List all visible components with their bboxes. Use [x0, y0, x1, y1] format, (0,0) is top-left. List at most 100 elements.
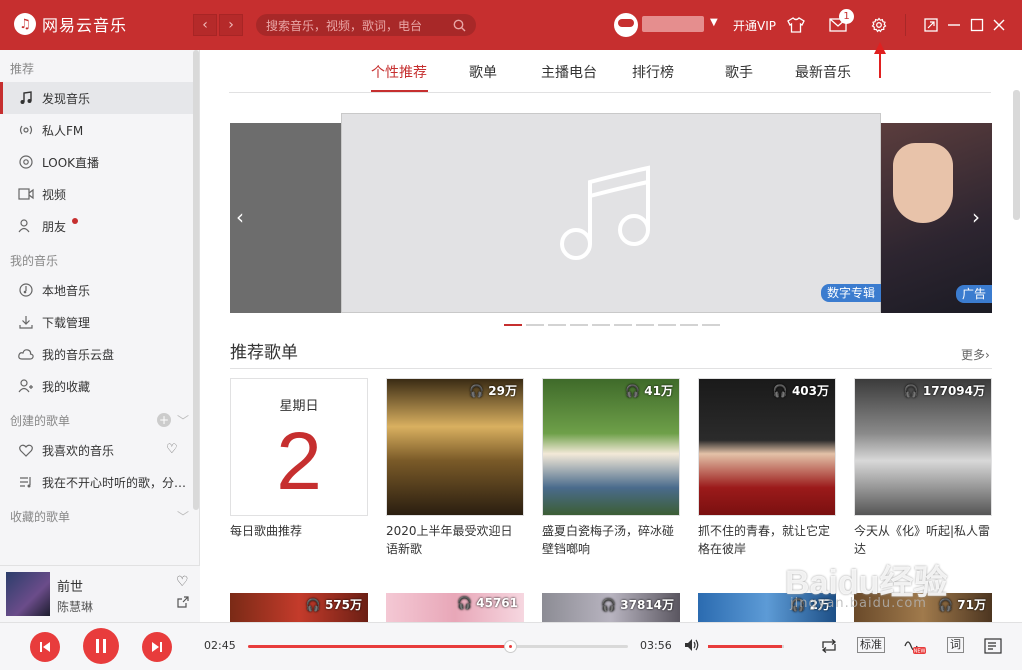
playlist-card[interactable]: 🎧 575万 — [230, 593, 368, 622]
minimize-icon[interactable] — [943, 14, 965, 36]
sidebar-item-friends[interactable]: 朋友 — [0, 210, 199, 242]
add-playlist-icon[interactable]: + — [156, 413, 171, 427]
sidebar-item-local-music[interactable]: 本地音乐 — [0, 274, 199, 306]
now-playing-panel[interactable]: 前世 陈慧琳 ♡ — [0, 565, 200, 622]
music-note-icon — [18, 90, 34, 106]
close-icon[interactable] — [988, 14, 1010, 36]
playlist-name[interactable]: 今天从《化》听起|私人雷达 — [854, 522, 992, 558]
banner-dot[interactable] — [504, 324, 522, 326]
back-button[interactable]: ‹ — [193, 14, 217, 36]
banner-dot[interactable] — [526, 324, 544, 326]
vip-button[interactable]: 开通VIP — [733, 17, 776, 34]
playlist-cover[interactable]: 🎧 177094万 — [854, 378, 992, 516]
playlist-card[interactable]: 🎧 177094万 今天从《化》听起|私人雷达 — [854, 378, 992, 558]
daily-recommend-card[interactable]: 星期日 2 每日歌曲推荐 — [230, 378, 368, 540]
sidebar-section-collected-playlists: 收藏的歌单 ﹀ — [10, 508, 189, 525]
quality-button[interactable]: 标准 — [857, 637, 885, 653]
playlist-cover[interactable]: 🎧 29万 — [386, 378, 524, 516]
tab-charts[interactable]: 排行榜 — [632, 62, 674, 82]
more-link[interactable]: 更多› — [961, 346, 990, 363]
banner-current-slide[interactable]: 数字专辑 — [341, 113, 881, 313]
playlist-name[interactable]: 2020上半年最受欢迎日语新歌 — [386, 522, 524, 558]
play-count: 🎧 403万 — [772, 384, 829, 398]
sidebar-item-discover-music[interactable]: 发现音乐 — [0, 82, 199, 114]
playlist-card[interactable]: 🎧 403万 抓不住的青春，就让它定格在彼岸 — [698, 378, 836, 558]
sidebar-item-look-live[interactable]: LOOK直播 — [0, 146, 199, 178]
search-input[interactable]: 搜索音乐，视频，歌词，电台 — [256, 14, 476, 36]
chevron-down-icon[interactable]: ﹀ — [177, 508, 189, 525]
mini-mode-icon[interactable] — [920, 14, 942, 36]
sidebar-item-label: 视频 — [42, 187, 67, 202]
share-icon[interactable] — [177, 596, 189, 611]
banner-dot[interactable] — [636, 324, 654, 326]
tab-personal-recommend[interactable]: 个性推荐 — [371, 62, 427, 82]
playlist-name[interactable]: 盛夏白瓷梅子汤，碎冰碰壁铛啷响 — [542, 522, 680, 558]
lyrics-button[interactable]: 词 — [947, 637, 964, 653]
play-count: 🎧 575万 — [305, 598, 362, 612]
volume-fill — [708, 645, 783, 648]
tab-playlists[interactable]: 歌单 — [469, 62, 497, 82]
sidebar-item-playlist[interactable]: 我在不开心时听的歌，分… — [0, 466, 199, 498]
banner-dot[interactable] — [614, 324, 632, 326]
playlist-card[interactable]: 🎧 37814万 — [542, 593, 680, 622]
album-cover[interactable] — [6, 572, 50, 616]
sidebar-item-label: 本地音乐 — [42, 283, 91, 298]
playlist-queue-icon[interactable] — [984, 638, 1002, 657]
sidebar-item-download-manager[interactable]: 下载管理 — [0, 306, 199, 338]
avatar[interactable] — [614, 13, 638, 37]
playlist-card[interactable]: 🎧 41万 盛夏白瓷梅子汤，碎冰碰壁铛啷响 — [542, 378, 680, 558]
like-heart-icon[interactable]: ♡ — [176, 574, 189, 590]
playlist-card[interactable]: 🎧 29万 2020上半年最受欢迎日语新歌 — [386, 378, 524, 558]
username-redacted[interactable] — [642, 16, 704, 32]
banner-prev-slide[interactable] — [230, 123, 342, 313]
sound-effect-icon[interactable]: NEW — [903, 637, 927, 655]
chevron-down-icon[interactable]: ﹀ — [177, 412, 189, 429]
previous-track-button[interactable] — [30, 632, 60, 662]
song-artist[interactable]: 陈慧琳 — [57, 598, 93, 615]
sidebar-item-label: 我的收藏 — [42, 379, 91, 394]
volume-slider[interactable] — [708, 645, 784, 648]
banner-prev-arrow-icon[interactable]: ‹ — [236, 205, 244, 229]
playlist-icon — [18, 474, 34, 490]
notification-dot — [72, 218, 78, 224]
playlist-name[interactable]: 抓不住的青春，就让它定格在彼岸 — [698, 522, 836, 558]
play-count: 🎧 45761 — [457, 596, 518, 610]
repeat-mode-icon[interactable] — [820, 639, 838, 656]
sidebar-item-personal-fm[interactable]: 私人FM — [0, 114, 199, 146]
app-logo[interactable]: ♫ 网易云音乐 — [14, 12, 127, 36]
banner-dot[interactable] — [658, 324, 676, 326]
banner-dot[interactable] — [680, 324, 698, 326]
tab-artists[interactable]: 歌手 — [725, 62, 753, 82]
heartbeat-mode-icon[interactable]: ♡ — [166, 442, 178, 457]
playlist-name[interactable]: 每日歌曲推荐 — [230, 522, 368, 540]
progress-handle[interactable] — [504, 640, 518, 653]
playlist-card[interactable]: 🎧 45761 — [386, 593, 524, 622]
progress-slider[interactable] — [248, 640, 628, 653]
settings-gear-icon[interactable] — [868, 14, 890, 36]
search-icon[interactable] — [453, 19, 466, 32]
banner-dot[interactable] — [570, 324, 588, 326]
sidebar-item-liked-music[interactable]: 我喜欢的音乐 ♡ — [0, 434, 199, 466]
main-scrollbar[interactable] — [1013, 90, 1020, 220]
sidebar-item-video[interactable]: 视频 — [0, 178, 199, 210]
skin-icon[interactable] — [785, 14, 807, 36]
playlist-cover[interactable]: 🎧 41万 — [542, 378, 680, 516]
sidebar-item-cloud-drive[interactable]: 我的音乐云盘 — [0, 338, 199, 370]
chevron-down-icon[interactable]: ▼ — [710, 17, 718, 28]
play-pause-button[interactable] — [83, 628, 119, 664]
next-track-button[interactable] — [142, 632, 172, 662]
sidebar-scrollbar[interactable] — [193, 50, 199, 510]
playlist-cover[interactable]: 🎧 403万 — [698, 378, 836, 516]
banner-dot[interactable] — [548, 324, 566, 326]
sidebar-item-my-collection[interactable]: 我的收藏 — [0, 370, 199, 402]
forward-button[interactable]: › — [219, 14, 243, 36]
banner-next-arrow-icon[interactable]: › — [972, 205, 980, 229]
banner-dot[interactable] — [702, 324, 720, 326]
tab-radio[interactable]: 主播电台 — [541, 62, 597, 82]
tab-new-music[interactable]: 最新音乐 — [795, 62, 851, 82]
banner-dot[interactable] — [592, 324, 610, 326]
daily-calendar[interactable]: 星期日 2 — [230, 378, 368, 516]
maximize-icon[interactable] — [966, 14, 988, 36]
banner-carousel[interactable]: 数字专辑 广告 ‹ › — [230, 113, 992, 313]
volume-icon[interactable] — [684, 638, 700, 655]
